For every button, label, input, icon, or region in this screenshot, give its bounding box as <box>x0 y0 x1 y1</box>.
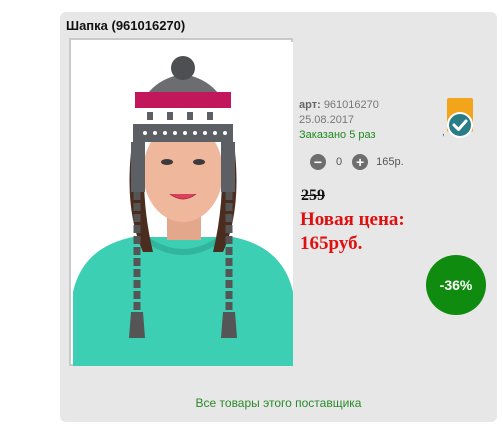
minus-icon[interactable]: − <box>310 154 326 170</box>
unit-price: 165р. <box>376 156 404 168</box>
product-title: Шапка (961016270) <box>66 18 186 33</box>
quantity-value: 0 <box>336 156 343 168</box>
ordered-count: Заказано 5 раз <box>299 129 376 141</box>
new-price: Новая цена: 165руб. <box>300 208 450 256</box>
supplier-link[interactable]: Все товары этого поставщика <box>60 396 497 410</box>
old-price: 259 <box>301 187 325 204</box>
quantity-stepper: − 0 + 165р. <box>310 154 404 170</box>
product-image <box>73 42 293 366</box>
plus-icon[interactable]: + <box>352 154 369 170</box>
new-price-label: Новая цена: <box>300 209 405 230</box>
date: 25.08.2017 <box>299 114 355 126</box>
article-label: арт: <box>299 99 321 111</box>
new-price-value: 165руб. <box>300 233 363 254</box>
product-photo[interactable] <box>69 38 293 366</box>
article-value: 961016270 <box>323 99 379 111</box>
product-meta: арт: 961016270 25.08.2017 Заказано 5 раз <box>299 98 379 143</box>
verified-badge-icon <box>447 98 473 138</box>
discount-badge: -36% <box>426 255 486 315</box>
